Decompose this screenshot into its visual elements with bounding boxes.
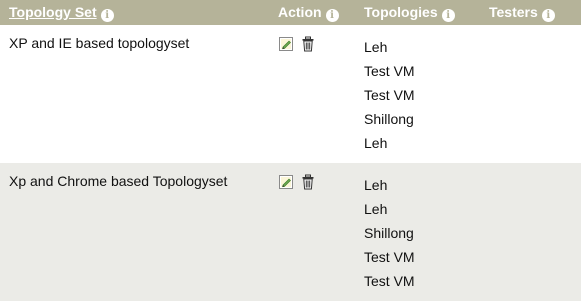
action-cell	[278, 25, 364, 163]
column-header-topology-set-label[interactable]: Topology Set	[9, 4, 97, 20]
action-cell	[278, 163, 364, 301]
testers-cell	[489, 163, 581, 301]
topology-item: Leh	[364, 135, 388, 151]
table-header-row: Topology Set i Action i Topologies i Tester…	[0, 0, 581, 25]
topology-item: Test VM	[364, 273, 415, 289]
topology-set-name: Xp and Chrome based Topologyset	[0, 163, 278, 301]
trash-icon[interactable]	[300, 36, 316, 52]
column-header-action-label: Action	[278, 3, 322, 20]
column-header-topology-set[interactable]: Topology Set i	[0, 0, 278, 25]
topology-set-table: Topology Set i Action i Topologies i Tester…	[0, 0, 581, 301]
table-row: XP and IE based topologyset Leh Test VM …	[0, 25, 581, 163]
column-header-testers: Testers i	[489, 0, 581, 25]
column-header-action: Action i	[278, 0, 364, 25]
topology-item: Leh	[364, 201, 388, 217]
column-header-topologies: Topologies i	[364, 0, 489, 25]
topology-set-name: XP and IE based topologyset	[0, 25, 278, 163]
topology-item: Leh	[364, 177, 388, 193]
topologies-cell: Leh Leh Shillong Test VM Test VM	[364, 163, 489, 301]
edit-icon[interactable]	[278, 36, 294, 52]
topology-item: Test VM	[364, 87, 415, 103]
trash-icon[interactable]	[300, 174, 316, 190]
topology-item: Test VM	[364, 63, 415, 79]
testers-cell	[489, 25, 581, 163]
info-icon[interactable]: i	[441, 8, 455, 22]
topologies-list: Leh Test VM Test VM Shillong Leh	[364, 35, 489, 155]
topologies-list: Leh Leh Shillong Test VM Test VM	[364, 173, 489, 293]
edit-icon[interactable]	[278, 174, 294, 190]
topology-item: Shillong	[364, 111, 414, 127]
topology-item: Shillong	[364, 225, 414, 241]
column-header-testers-label: Testers	[489, 3, 538, 20]
column-header-topologies-label: Topologies	[364, 3, 438, 20]
info-icon[interactable]: i	[100, 8, 114, 22]
topology-item: Test VM	[364, 249, 415, 265]
table-row: Xp and Chrome based Topologyset Leh Leh …	[0, 163, 581, 301]
topology-item: Leh	[364, 39, 388, 55]
topologies-cell: Leh Test VM Test VM Shillong Leh	[364, 25, 489, 163]
info-icon[interactable]: i	[541, 8, 555, 22]
info-icon[interactable]: i	[325, 8, 339, 22]
